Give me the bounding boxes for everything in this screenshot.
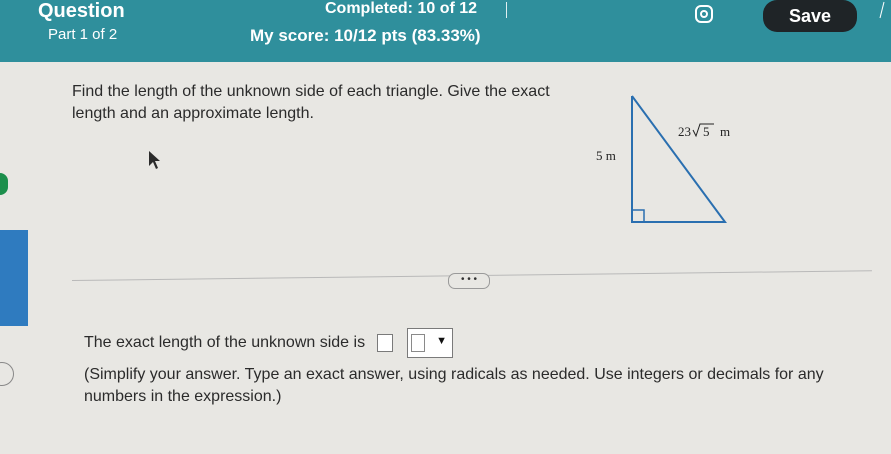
leg-label: 5 m: [596, 148, 616, 163]
score-display: My score: 10/12 pts (83.33%): [250, 26, 481, 45]
edge-circle-icon: [0, 362, 14, 386]
header-divider: [506, 2, 507, 18]
completed-count: Completed: 10 of 12: [325, 0, 478, 17]
save-button[interactable]: Save: [763, 0, 857, 32]
hypotenuse-unit: m: [720, 124, 730, 139]
question-text: Find the length of the unknown side of e…: [72, 83, 550, 122]
hypotenuse-coefficient: 23: [678, 124, 691, 139]
gear-icon[interactable]: [694, 4, 714, 24]
edge-mark-icon: [879, 1, 885, 19]
answer-placeholder-box: [411, 334, 426, 352]
expand-more-button[interactable]: • • •: [448, 273, 490, 289]
question-content: Find the length of the unknown side of e…: [0, 62, 891, 454]
triangle-figure: 5 m 23 5 m: [596, 95, 730, 223]
hypotenuse-radicand: 5: [703, 124, 710, 139]
edge-indicator-green: [0, 173, 8, 195]
edge-panel-blue[interactable]: [0, 230, 28, 326]
caret-down-icon: ▼: [436, 335, 448, 347]
answer-prompt: The exact length of the unknown side is: [84, 334, 366, 351]
answer-input[interactable]: [377, 334, 394, 352]
header-bar: Question Part 1 of 2 Completed: 10 of 12…: [0, 0, 891, 62]
answer-expression-dropdown[interactable]: ▼: [407, 328, 454, 358]
mouse-pointer-icon: [149, 151, 160, 169]
question-title: Question: [38, 0, 125, 22]
answer-instructions: (Simplify your answer. Type an exact ans…: [84, 366, 824, 405]
part-indicator: Part 1 of 2: [48, 26, 118, 43]
answer-row: The exact length of the unknown side is …: [84, 328, 454, 358]
